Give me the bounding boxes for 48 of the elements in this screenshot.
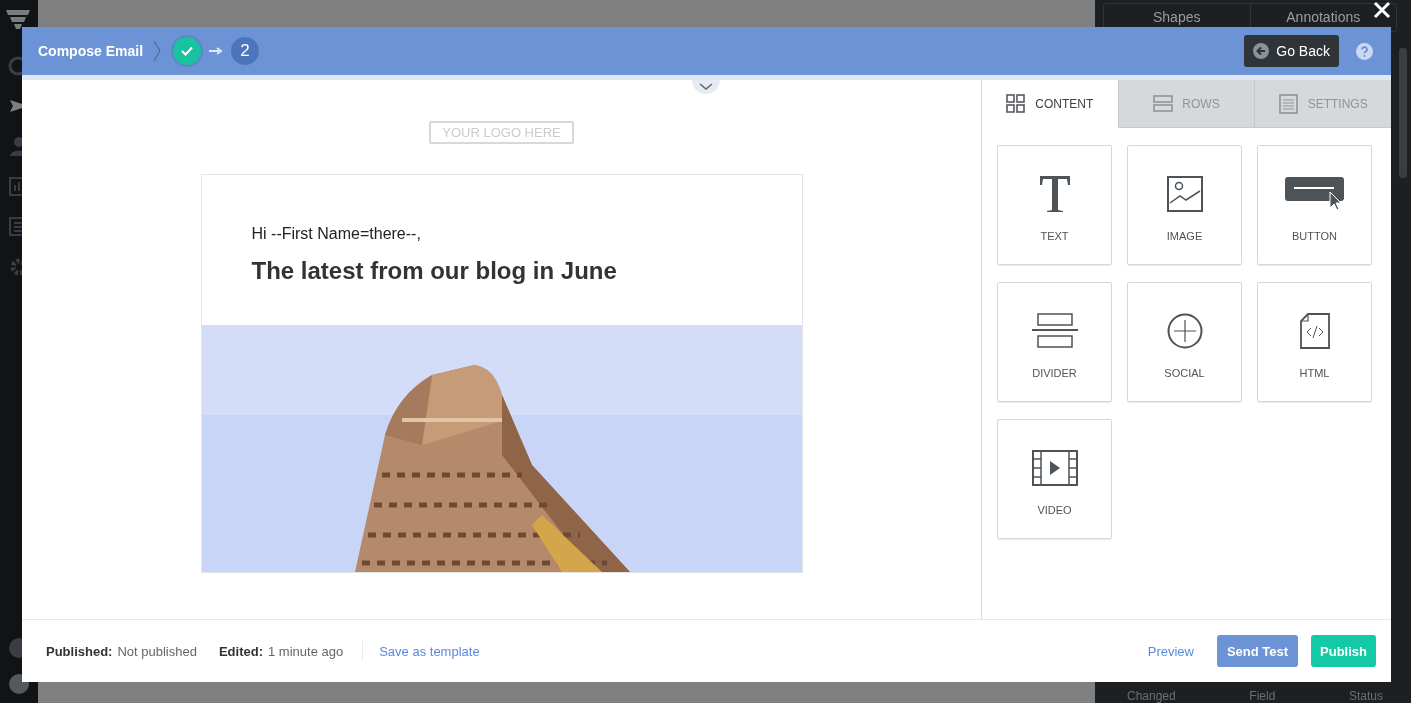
tile-label: VIDEO — [1037, 504, 1072, 516]
tile-label: SOCIAL — [1164, 367, 1205, 379]
tile-label: DIVIDER — [1032, 367, 1077, 379]
plus-circle-icon — [1166, 313, 1203, 349]
preview-link[interactable]: Preview — [1147, 643, 1194, 659]
compose-email-dialog[interactable] — [22, 27, 1391, 682]
step-number: 2 — [231, 37, 260, 65]
arrow-icon — [209, 47, 224, 55]
field-label: Status — [1348, 689, 1383, 703]
panel-tab[interactable]: Annotations — [1250, 4, 1396, 31]
field-label: Changed — [1127, 689, 1176, 703]
film-play-icon — [1031, 450, 1078, 486]
list-icon — [1278, 93, 1299, 114]
content-block-tile[interactable]: TEXT — [997, 145, 1112, 265]
image-icon — [1166, 176, 1203, 212]
window-title: Compose Email — [38, 43, 144, 59]
go-back-button[interactable]: Go Back — [1244, 35, 1339, 67]
funnel-logo-icon[interactable] — [5, 8, 31, 30]
code-file-icon — [1299, 313, 1330, 349]
status-label: Published: — [46, 643, 113, 659]
check-icon — [181, 46, 194, 56]
divider-icon — [1031, 313, 1078, 349]
status-value: 1 minute ago — [268, 643, 344, 659]
content-block-tile[interactable]: BUTTON — [1257, 145, 1372, 265]
status-value: Not published — [117, 643, 197, 659]
close-icon[interactable] — [1373, 1, 1391, 19]
save-template-link[interactable]: Save as template — [379, 643, 480, 659]
tile-label: BUTTON — [1292, 230, 1337, 242]
button-cursor-icon — [1283, 176, 1346, 212]
back-arrow-icon — [1253, 43, 1270, 59]
scrollbar[interactable] — [1399, 48, 1407, 178]
grid-icon — [1006, 93, 1027, 114]
content-block-tile[interactable]: DIVIDER — [997, 282, 1112, 402]
expand-toggle-icon[interactable] — [692, 80, 720, 94]
rows-icon — [1153, 93, 1174, 114]
field-label: Field — [1249, 689, 1276, 703]
content-block-tile[interactable]: HTML — [1257, 282, 1372, 402]
tile-label: HTML — [1299, 367, 1330, 379]
tile-label: IMAGE — [1166, 230, 1203, 242]
content-block-tile[interactable]: SOCIAL — [1127, 282, 1242, 402]
text-icon — [1037, 174, 1072, 214]
greeting-text: Hi --First Name=there--, — [251, 225, 422, 243]
email-heading: The latest from our blog in June — [251, 257, 618, 285]
content-block-tile[interactable]: IMAGE — [1127, 145, 1242, 265]
chevron-icon — [153, 40, 162, 62]
status-label: Edited: — [218, 643, 263, 659]
content-block-tile[interactable]: VIDEO — [997, 419, 1112, 539]
tile-label: TEXT — [1040, 230, 1069, 242]
